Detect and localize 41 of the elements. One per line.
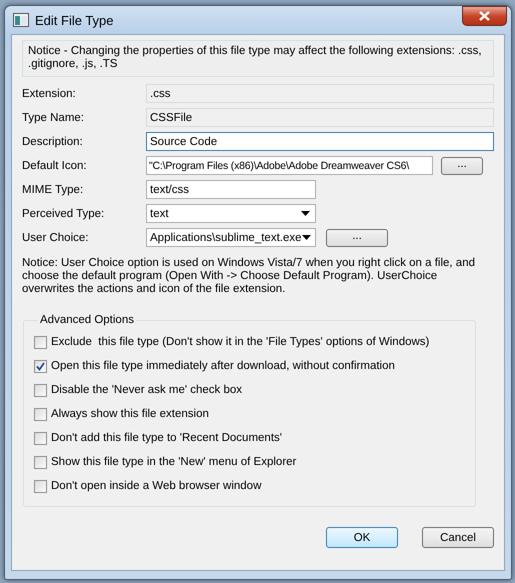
dialog-button[interactable]: OK [326,527,398,548]
checkbox[interactable] [34,336,47,348]
option-label: Exclude this file type (Don't show it in the 'File Types' options of Windows) [51,336,430,348]
dropdown[interactable]: Applications\sublime_text.exe [146,228,316,247]
option-label: Open this file type immediately after download, without confirmation [51,360,395,372]
readonly-field[interactable]: CSSFile [146,108,494,127]
checkbox[interactable] [34,360,47,372]
notice-text: Notice - Changing the properties of this file type may affect the following extensions: .css, .gitignore, .js, .TS [22,40,494,77]
field-label: Perceived Type: [22,208,106,220]
caret-icon [302,235,310,240]
option-label: Disable the 'Never ask me' check box [51,384,242,396]
field-label: Type Name: [22,112,85,124]
text-field[interactable]: "C:\Program Files (x86)\Adobe\Adobe Dreamweaver CS6\ [146,156,433,175]
option-label: Don't add this file type to 'Recent Documents' [51,432,282,444]
checkbox[interactable] [34,480,47,492]
option-label: Always show this file extension [51,408,209,420]
checkbox[interactable] [34,432,47,444]
readonly-field[interactable]: .css [146,84,494,103]
notice-text: Notice: User Choice option is used on Windows Vista/7 when you right click on a file, and choose the default program (Open With -> Choose Default Program). UserChoice overwrites the actions and icon of the file extension. [22,257,476,296]
option-label: Don't open inside a Web browser window [51,480,262,492]
browse-button[interactable]: ... [441,156,483,174]
window-title: Edit File Type [35,12,115,28]
checkbox[interactable] [34,384,47,396]
close-icon [479,11,490,21]
field-label: User Choice: [22,232,90,244]
window-app-icon [13,13,29,27]
field-label: Extension: [22,88,77,100]
caret-icon [301,211,310,216]
dropdown[interactable]: text [146,204,316,223]
field-label: MIME Type: [22,184,84,196]
field-label: Description: [22,136,84,148]
group-title: Advanced Options [39,314,135,326]
text-field[interactable]: text/css [146,180,316,199]
browse-button[interactable]: ... [326,228,388,246]
checkbox[interactable] [34,408,47,420]
dialog-button[interactable]: Cancel [422,527,494,548]
field-label: Default Icon: [22,160,88,172]
option-label: Show this file type in the 'New' menu of Explorer [51,456,296,468]
text-field[interactable]: Source Code [146,132,494,151]
checkbox[interactable] [34,456,47,468]
close-button[interactable] [462,6,507,26]
